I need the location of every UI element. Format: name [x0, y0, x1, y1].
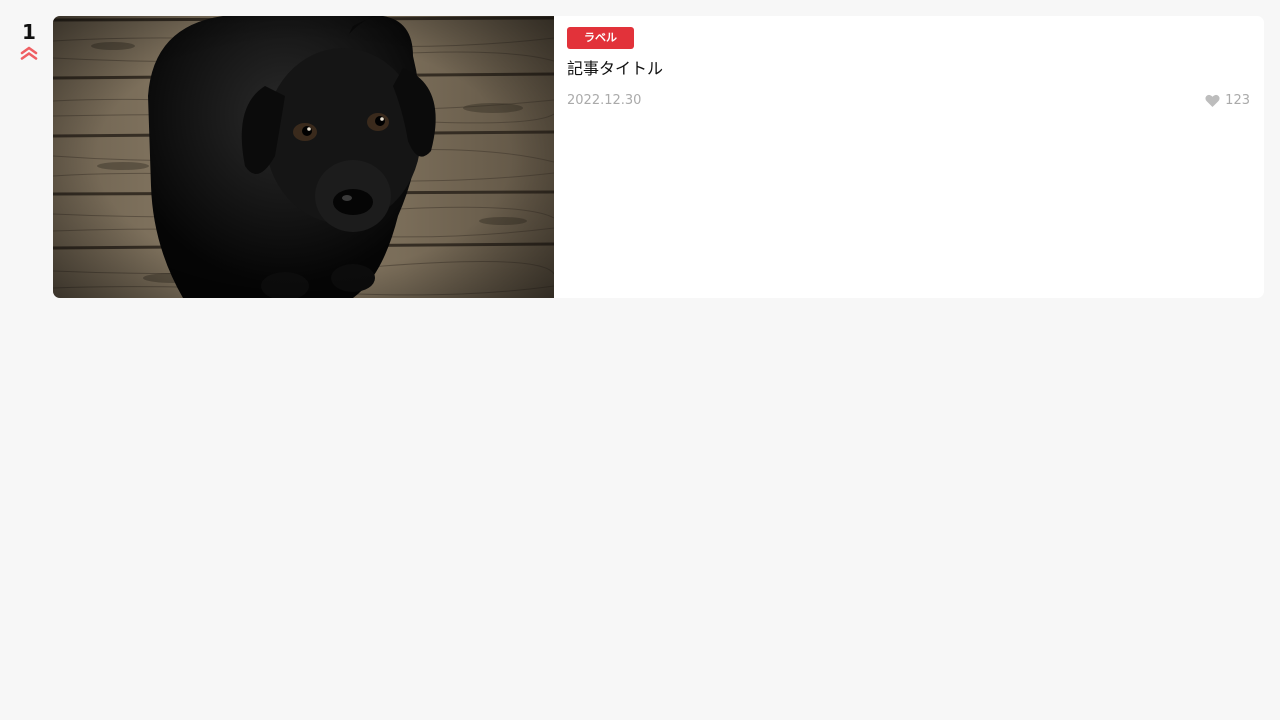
article-date: 2022.12.30 — [567, 93, 642, 108]
likes-count: 123 — [1225, 93, 1250, 108]
double-chevron-up-icon — [20, 46, 38, 60]
heart-icon — [1205, 94, 1220, 107]
rank-indicator: 1 — [12, 20, 46, 61]
article-thumbnail[interactable] — [53, 16, 554, 298]
rank-number: 1 — [22, 20, 36, 44]
article-card[interactable]: ラベル 記事タイトル 2022.12.30 123 — [53, 16, 1264, 298]
likes-counter[interactable]: 123 — [1205, 93, 1250, 108]
article-info: ラベル 記事タイトル 2022.12.30 123 — [554, 16, 1264, 298]
article-meta: 2022.12.30 123 — [567, 93, 1250, 108]
article-title[interactable]: 記事タイトル — [567, 58, 1251, 80]
category-label[interactable]: ラベル — [567, 27, 634, 49]
